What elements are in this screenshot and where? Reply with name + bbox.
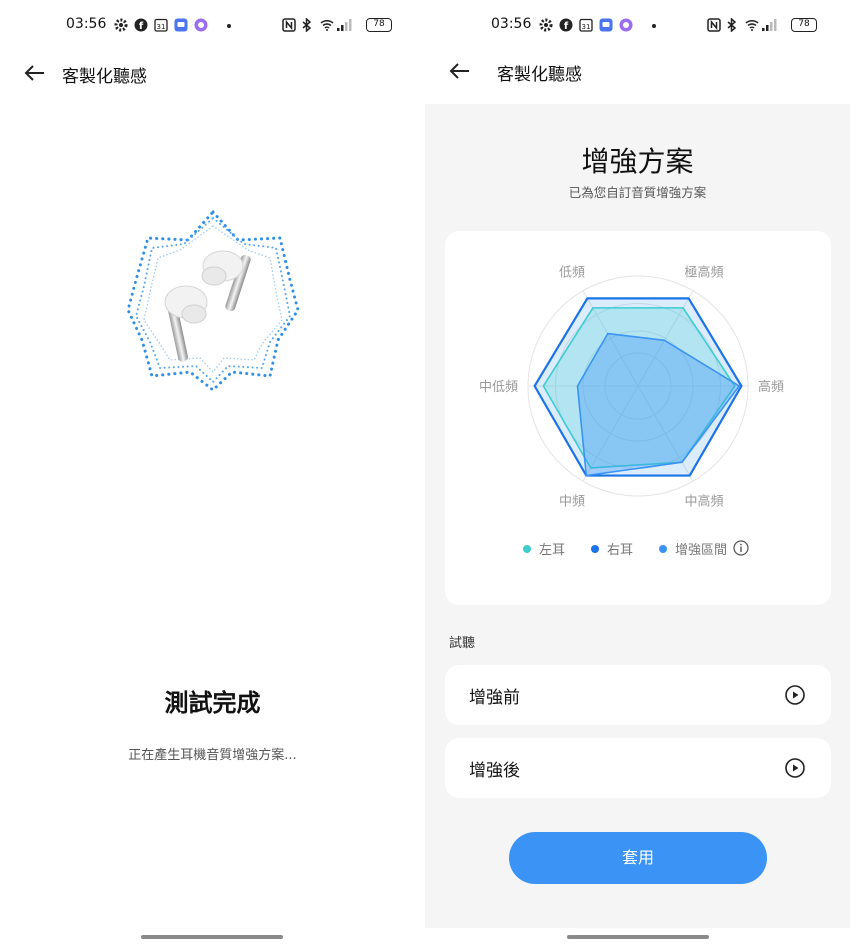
wifi-icon <box>320 19 334 31</box>
earbuds-illustration <box>126 209 300 392</box>
home-indicator[interactable] <box>141 935 283 939</box>
bluetooth-icon <box>302 18 312 32</box>
bluetooth-icon <box>727 18 737 32</box>
preview-section-label: 試聽 <box>449 636 476 651</box>
signal-icon <box>337 19 352 31</box>
play-after-icon[interactable] <box>785 758 805 778</box>
dot-icon <box>652 24 656 28</box>
battery-level: 78 <box>373 19 385 29</box>
earbud-right <box>201 250 251 312</box>
battery-level: 78 <box>798 19 810 29</box>
after-label: 增強後 <box>469 761 520 781</box>
svg-text:31: 31 <box>157 23 166 31</box>
plan-subtitle: 已為您自訂音質增強方案 <box>568 185 707 200</box>
page-title: 客製化聽感 <box>62 67 147 87</box>
message-icon <box>174 18 188 32</box>
before-label: 增強前 <box>469 688 520 708</box>
settings-icon <box>114 18 128 32</box>
facebook-icon: f <box>134 18 148 32</box>
legend-right-ear: 右耳 <box>607 543 634 558</box>
svg-text:f: f <box>564 21 569 32</box>
calendar-icon: 31 <box>579 18 593 32</box>
status-bar: 03:56 f 31 78 <box>425 14 850 38</box>
play-before-icon[interactable] <box>785 685 805 705</box>
status-time: 03:56 <box>491 16 532 32</box>
completion-heading: 測試完成 <box>164 689 261 717</box>
battery-indicator: 78 <box>366 18 392 32</box>
back-arrow-icon[interactable] <box>22 60 48 86</box>
status-bar: 03:56 f 31 78 <box>0 14 425 38</box>
radar-legend: 左耳 右耳 增強區間 <box>445 539 831 559</box>
top-nav: 客製化聽感 <box>0 58 425 92</box>
radar-axis-label: 中頻 <box>559 494 585 509</box>
facebook-icon: f <box>559 18 573 32</box>
radar-axis-label: 低頻 <box>559 266 585 281</box>
svg-text:31: 31 <box>582 23 591 31</box>
completion-subtitle: 正在產生耳機音質增強方案... <box>128 748 297 763</box>
legend-left-ear: 左耳 <box>539 543 566 558</box>
nfc-icon <box>282 18 296 32</box>
nfc-icon <box>707 18 721 32</box>
radar-card: 低頻 極高頻高頻中高頻 中頻 中低頻 左耳 右耳 增強區間 <box>445 231 831 605</box>
calendar-icon: 31 <box>154 18 168 32</box>
home-indicator[interactable] <box>567 935 709 939</box>
legend-right-ear-dot <box>591 545 599 553</box>
radar-axis-label: 中高頻 <box>684 493 723 509</box>
wifi-icon <box>745 19 759 31</box>
battery-indicator: 78 <box>791 18 817 32</box>
dot-icon <box>227 24 231 28</box>
plan-heading: 增強方案 <box>581 145 694 178</box>
radar-axis-label: 極高頻 <box>684 265 723 281</box>
assistant-icon <box>619 18 633 32</box>
assistant-icon <box>194 18 208 32</box>
info-icon[interactable] <box>733 540 749 556</box>
message-icon <box>599 18 613 32</box>
status-time: 03:56 <box>66 16 107 32</box>
signal-icon <box>762 19 777 31</box>
radar-axis-label: 中低頻 <box>479 380 518 395</box>
radar-chart: 低頻 極高頻高頻中高頻 中頻 中低頻 <box>479 265 784 510</box>
earbud-left <box>164 285 208 362</box>
page-title: 客製化聽感 <box>497 65 582 85</box>
after-row[interactable]: 增強後 <box>445 738 831 798</box>
left-screen: 03:56 f 31 78 客製化聽感 測試完成 正在產生耳機音質增強方案... <box>0 0 425 947</box>
right-screen: 03:56 f 31 78 客製化聽感 增強方案 已為您自訂音質增強方案 低頻 極… <box>425 0 850 947</box>
apply-button[interactable]: 套用 <box>509 832 767 884</box>
top-nav: 客製化聽感 <box>425 58 850 92</box>
legend-left-ear-dot <box>523 545 531 553</box>
back-arrow-icon[interactable] <box>447 58 473 84</box>
legend-enhance-dot <box>659 545 667 553</box>
legend-enhance: 增強區間 <box>675 543 728 558</box>
radar-axis-label: 高頻 <box>758 379 784 395</box>
dotted-halo <box>126 209 300 392</box>
settings-icon <box>539 18 553 32</box>
before-row[interactable]: 增強前 <box>445 665 831 725</box>
svg-text:f: f <box>139 21 144 32</box>
